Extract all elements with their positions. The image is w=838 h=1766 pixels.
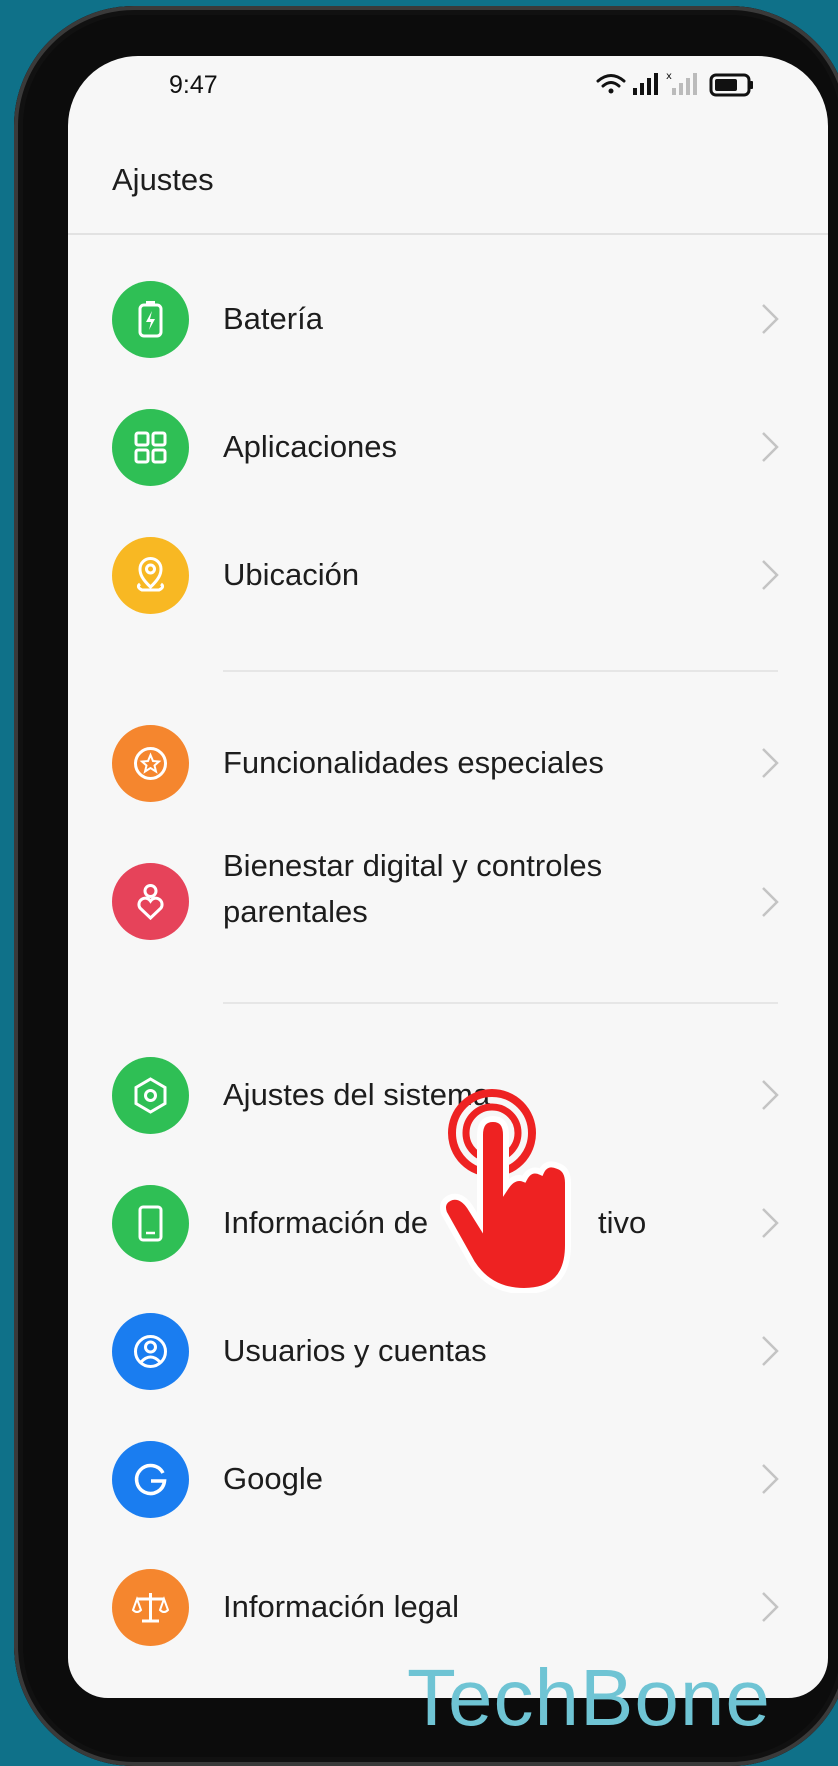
settings-item-label: Google <box>223 1461 323 1496</box>
star-circle-icon <box>112 725 189 802</box>
user-circle-icon <box>112 1313 189 1390</box>
chevron-right-icon <box>762 560 779 590</box>
section-divider <box>223 670 778 672</box>
wellbeing-heart-icon <box>112 863 189 940</box>
settings-item-label-line2: parentales <box>223 894 368 929</box>
settings-item-bateria[interactable]: Batería <box>68 278 828 398</box>
chevron-right-icon <box>762 1464 779 1494</box>
settings-screen: 9:47 x Ajustes Batería Aplicaciones Ubic… <box>68 56 828 1698</box>
settings-item-label: Información legal <box>223 1589 460 1624</box>
status-bar: 9:47 x <box>68 56 828 116</box>
settings-item-label: Ubicación <box>223 557 360 592</box>
chevron-right-icon <box>762 1592 779 1622</box>
settings-item-google[interactable]: Google <box>68 1438 828 1558</box>
battery-icon <box>112 281 189 358</box>
settings-item-aplicaciones[interactable]: Aplicaciones <box>68 406 828 526</box>
chevron-right-icon <box>762 887 779 917</box>
svg-text:x: x <box>666 71 672 82</box>
status-icons: x <box>596 71 753 97</box>
legal-scale-icon <box>112 1569 189 1646</box>
header-divider <box>68 233 828 235</box>
settings-item-label: Batería <box>223 301 323 336</box>
system-hexagon-icon <box>112 1057 189 1134</box>
settings-item-label: Funcionalidades especiales <box>223 745 604 780</box>
chevron-right-icon <box>762 1336 779 1366</box>
device-phone-icon <box>112 1185 189 1262</box>
phone-frame: 9:47 x Ajustes Batería Aplicaciones Ubic… <box>14 6 838 1766</box>
section-divider <box>223 1002 778 1004</box>
page-title: Ajustes <box>112 162 214 197</box>
chevron-right-icon <box>762 1208 779 1238</box>
settings-item-funcionalidades-especiales[interactable]: Funcionalidades especiales <box>68 722 828 842</box>
tap-hand-icon <box>440 1089 571 1293</box>
settings-item-usuarios-y-cuentas[interactable]: Usuarios y cuentas <box>68 1310 828 1430</box>
chevron-right-icon <box>762 748 779 778</box>
apps-grid-icon <box>112 409 189 486</box>
chevron-right-icon <box>762 432 779 462</box>
settings-item-label: Información de <box>223 1205 429 1240</box>
settings-item-label: Usuarios y cuentas <box>223 1333 487 1368</box>
settings-item-label-tail: tivo <box>598 1205 647 1240</box>
settings-item-label: Aplicaciones <box>223 429 398 464</box>
settings-item-ubicacion[interactable]: Ubicación <box>68 534 828 654</box>
signal-icon <box>633 73 658 95</box>
watermark-logo: TechBone <box>407 1653 771 1742</box>
wifi-icon <box>596 74 626 94</box>
settings-item-label-line1: Bienestar digital y controles <box>223 848 603 883</box>
chevron-right-icon <box>762 304 779 334</box>
settings-item-bienestar-digital[interactable]: Bienestar digital y controles parentales <box>68 846 828 996</box>
signal-2-icon: x <box>666 71 697 95</box>
status-time: 9:47 <box>169 71 218 99</box>
google-g-icon <box>112 1441 189 1518</box>
location-pin-icon <box>112 537 189 614</box>
battery-status-icon <box>709 73 753 97</box>
chevron-right-icon <box>762 1080 779 1110</box>
